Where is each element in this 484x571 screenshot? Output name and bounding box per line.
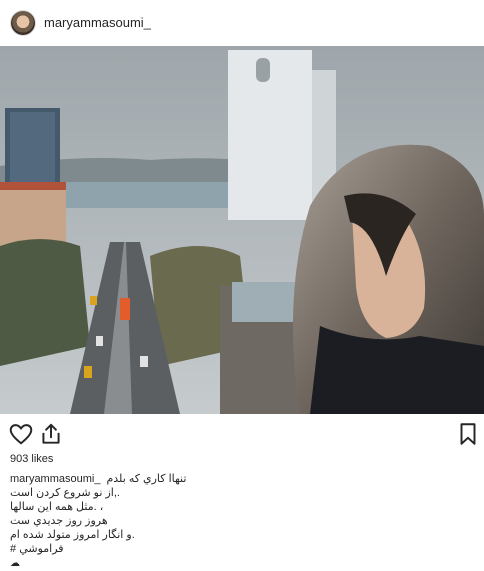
caption-text-3: ، .مثل همه اين سالها (10, 501, 104, 513)
profile-avatar[interactable] (11, 11, 35, 35)
caption-text-4: هروز روز جديدي ست (10, 515, 108, 527)
share-icon[interactable] (38, 421, 64, 447)
post-caption: maryammasoumi_ تنهاا كاري كه بلدم .,از نو… (10, 472, 480, 570)
caption-text-2: .,از نو شروع كردن است (10, 487, 120, 499)
likes-count[interactable]: 903 likes (10, 453, 53, 465)
caption-text-5: .و انگار امروز متولد شده ام (10, 529, 135, 541)
caption-line-2: .,از نو شروع كردن است (10, 486, 480, 500)
bookmark-icon[interactable] (455, 421, 481, 447)
caption-text-1: تنهاا كاري كه بلدم (106, 473, 187, 485)
caption-line-6: # فراموشي (10, 542, 480, 556)
caption-username[interactable]: maryammasoumi_ (10, 473, 100, 485)
caption-line-1: maryammasoumi_ تنهاا كاري كه بلدم (10, 472, 480, 486)
post-header: maryammasoumi_ (0, 0, 484, 46)
post-photo[interactable] (0, 46, 484, 414)
caption-line-4: هروز روز جديدي ست (10, 514, 480, 528)
instagram-post: maryammasoumi_ 903 likes maryammasoumi_ … (0, 0, 484, 570)
photo-illustration (0, 46, 484, 414)
caption-line-3: ، .مثل همه اين سالها (10, 500, 480, 514)
caption-line-5: .و انگار امروز متولد شده ام (10, 528, 480, 542)
header-username[interactable]: maryammasoumi_ (44, 15, 151, 30)
caption-hashtag[interactable]: # فراموشي (10, 543, 64, 555)
heart-outline-icon[interactable] (8, 421, 34, 447)
cloud-icon: ☁ (10, 558, 20, 569)
post-actions (0, 421, 484, 449)
